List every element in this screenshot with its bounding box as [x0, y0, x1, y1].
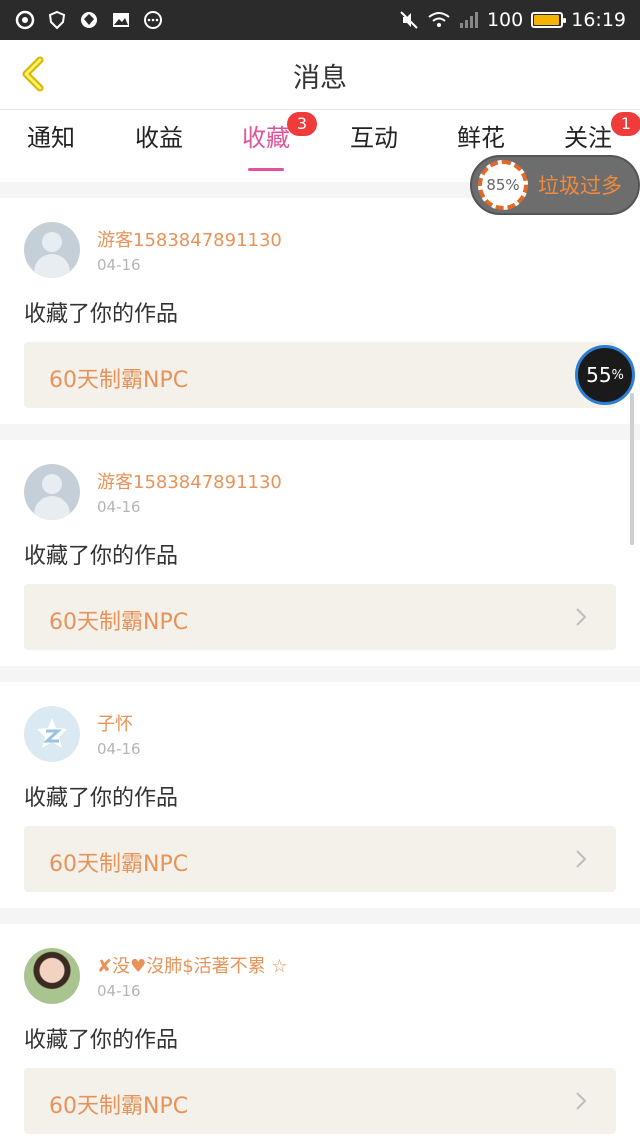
action-text: 收藏了你的作品: [24, 786, 179, 811]
tab-label: 鲜花: [457, 124, 505, 152]
app-icon-2: [78, 9, 100, 31]
work-link[interactable]: 60天制霸NPC: [24, 1068, 616, 1134]
username[interactable]: 游客1583847891130: [97, 468, 282, 494]
tab-earnings[interactable]: 收益: [114, 118, 204, 153]
unread-badge: 1: [611, 112, 640, 136]
work-title: 60天制霸NPC: [49, 610, 189, 635]
avatar[interactable]: [24, 222, 80, 278]
work-link[interactable]: 60天制霸NPC: [24, 342, 616, 408]
mute-icon: [400, 11, 418, 29]
scrollbar[interactable]: [630, 393, 634, 545]
wifi-icon: [428, 12, 450, 27]
system-status: 100 16:19: [399, 9, 626, 31]
tab-follow[interactable]: 关注 1: [543, 112, 640, 153]
signal-icon: [459, 12, 478, 28]
chevron-right-icon: [576, 1092, 587, 1110]
chevron-right-icon: [576, 608, 587, 626]
top-app-bar: 消息: [0, 40, 640, 110]
timestamp: 04-16: [97, 982, 141, 1000]
tab-flowers[interactable]: 鲜花: [436, 118, 526, 153]
cleaner-text: 垃圾过多: [538, 174, 622, 198]
work-title: 60天制霸NPC: [49, 1094, 189, 1119]
app-icon-1: [14, 9, 36, 31]
cleaner-widget[interactable]: 85% 垃圾过多: [470, 155, 640, 215]
more-dots-icon: [142, 9, 164, 31]
list-item: ✘没♥沒肺$活著不累 ☆ 04-16 收藏了你的作品 60天制霸NPC: [0, 924, 640, 1138]
action-text: 收藏了你的作品: [24, 1028, 179, 1053]
tab-favorites[interactable]: 收藏 3: [221, 112, 317, 171]
timestamp: 04-16: [97, 256, 141, 274]
chevron-right-icon: [576, 850, 587, 868]
qq-z-icon: [37, 718, 67, 748]
avatar[interactable]: [24, 706, 80, 762]
list-item: 子怀 04-16 收藏了你的作品 60天制霸NPC: [0, 682, 640, 908]
speed-value: 55: [586, 363, 612, 387]
shield-icon: [46, 9, 68, 31]
image-icon: [110, 9, 132, 31]
tab-interaction[interactable]: 互动: [329, 118, 419, 153]
avatar[interactable]: [24, 464, 80, 520]
timestamp: 04-16: [97, 498, 141, 516]
action-text: 收藏了你的作品: [24, 544, 179, 569]
tab-label: 收藏: [242, 124, 290, 152]
username[interactable]: 子怀: [97, 710, 133, 736]
work-title: 60天制霸NPC: [49, 368, 189, 393]
status-bar: 100 16:19: [0, 0, 640, 40]
avatar[interactable]: [24, 948, 80, 1004]
cleaner-gauge: 85%: [478, 160, 528, 210]
clock: 16:19: [571, 9, 626, 31]
page-title: 消息: [293, 63, 347, 94]
list-item: 游客1583847891130 04-16 收藏了你的作品 60天制霸NPC: [0, 198, 640, 424]
tab-label: 关注: [564, 124, 612, 152]
active-tab-indicator: [248, 168, 284, 171]
battery-fill: [534, 15, 559, 25]
work-link[interactable]: 60天制霸NPC: [24, 826, 616, 892]
username[interactable]: ✘没♥沒肺$活著不累 ☆: [97, 952, 288, 978]
tab-label: 收益: [135, 124, 183, 152]
cleaner-percent: 85: [486, 176, 506, 194]
timestamp: 04-16: [97, 740, 141, 758]
username[interactable]: 游客1583847891130: [97, 226, 282, 252]
list-item: 游客1583847891130 04-16 收藏了你的作品 60天制霸NPC: [0, 440, 640, 666]
tab-notice[interactable]: 通知: [6, 118, 96, 153]
battery-level: 100: [486, 9, 524, 31]
notification-icons: [14, 9, 164, 31]
speed-unit: %: [611, 367, 624, 383]
tab-label: 互动: [350, 124, 398, 152]
speed-badge[interactable]: 55%: [575, 345, 635, 405]
work-link[interactable]: 60天制霸NPC: [24, 584, 616, 650]
battery-icon: [531, 12, 567, 28]
cleaner-percent-sign: %: [505, 176, 520, 194]
action-text: 收藏了你的作品: [24, 302, 179, 327]
tab-label: 通知: [27, 124, 75, 152]
unread-badge: 3: [287, 112, 317, 136]
work-title: 60天制霸NPC: [49, 852, 189, 877]
